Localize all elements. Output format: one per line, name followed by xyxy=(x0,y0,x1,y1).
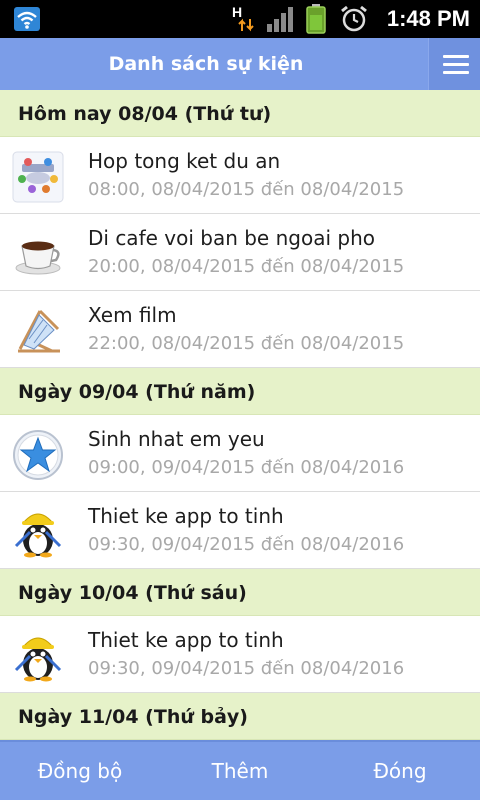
penguin-worker-icon xyxy=(14,513,62,558)
event-time: 09:00, 09/04/2015 đến 08/04/2016 xyxy=(88,457,405,478)
event-time: 09:30, 09/04/2015 đến 08/04/2016 xyxy=(88,658,405,679)
coffee-cup-icon xyxy=(15,241,61,275)
section-header-day: Ngày 09/04 (Thứ năm) xyxy=(0,368,480,415)
event-row[interactable]: Di cafe voi ban be ngoai pho 20:00, 08/0… xyxy=(0,214,480,291)
battery-icon xyxy=(306,4,326,34)
close-button[interactable]: Đóng xyxy=(320,742,480,800)
event-time: 22:00, 08/04/2015 đến 08/04/2015 xyxy=(88,333,405,354)
sync-button[interactable]: Đồng bộ xyxy=(0,742,160,800)
event-row[interactable]: Thiet ke app to tinh 09:30, 09/04/2015 đ… xyxy=(0,616,480,693)
menu-button[interactable] xyxy=(428,38,480,90)
signal-icon xyxy=(267,7,293,32)
beach-chair-icon xyxy=(18,309,60,353)
event-row[interactable]: Thiet ke app to tinh 09:30, 09/04/2015 đ… xyxy=(0,492,480,569)
event-title: Thiet ke app to tinh xyxy=(88,504,284,528)
penguin-worker-icon xyxy=(14,637,62,682)
event-row[interactable]: Xem film 22:00, 08/04/2015 đến 08/04/201… xyxy=(0,291,480,368)
event-title: Hop tong ket du an xyxy=(88,149,281,173)
event-time: 20:00, 08/04/2015 đến 08/04/2015 xyxy=(88,256,405,277)
event-title: Sinh nhat em yeu xyxy=(88,427,265,451)
page-title: Danh sách sự kiện xyxy=(108,53,304,75)
event-row[interactable]: Hop tong ket du an 08:00, 08/04/2015 đến… xyxy=(0,137,480,214)
meeting-icon xyxy=(12,151,64,203)
data-transfer-icon: H xyxy=(232,4,254,34)
app-header: Danh sách sự kiện xyxy=(0,38,480,90)
event-time: 09:30, 09/04/2015 đến 08/04/2016 xyxy=(88,534,405,555)
alarm-icon xyxy=(341,5,367,32)
event-list[interactable]: Hôm nay 08/04 (Thứ tư) Hop tong ket du a… xyxy=(0,90,480,740)
event-time: 08:00, 08/04/2015 đến 08/04/2015 xyxy=(88,179,405,200)
status-bar: H 1:48 PM xyxy=(0,0,480,38)
add-button[interactable]: Thêm xyxy=(160,742,320,800)
event-title: Thiet ke app to tinh xyxy=(88,628,284,652)
star-icon xyxy=(13,430,63,480)
bottom-action-bar: Đồng bộ Thêm Đóng xyxy=(0,740,480,800)
event-title: Di cafe voi ban be ngoai pho xyxy=(88,226,375,250)
section-header-today: Hôm nay 08/04 (Thứ tư) xyxy=(0,90,480,137)
event-title: Xem film xyxy=(88,303,177,327)
status-time: 1:48 PM xyxy=(386,6,470,31)
section-header-day: Ngày 11/04 (Thứ bảy) xyxy=(0,693,480,740)
wifi-icon xyxy=(14,7,40,31)
section-header-day: Ngày 10/04 (Thứ sáu) xyxy=(0,569,480,616)
event-row[interactable]: Sinh nhat em yeu 09:00, 09/04/2015 đến 0… xyxy=(0,415,480,492)
